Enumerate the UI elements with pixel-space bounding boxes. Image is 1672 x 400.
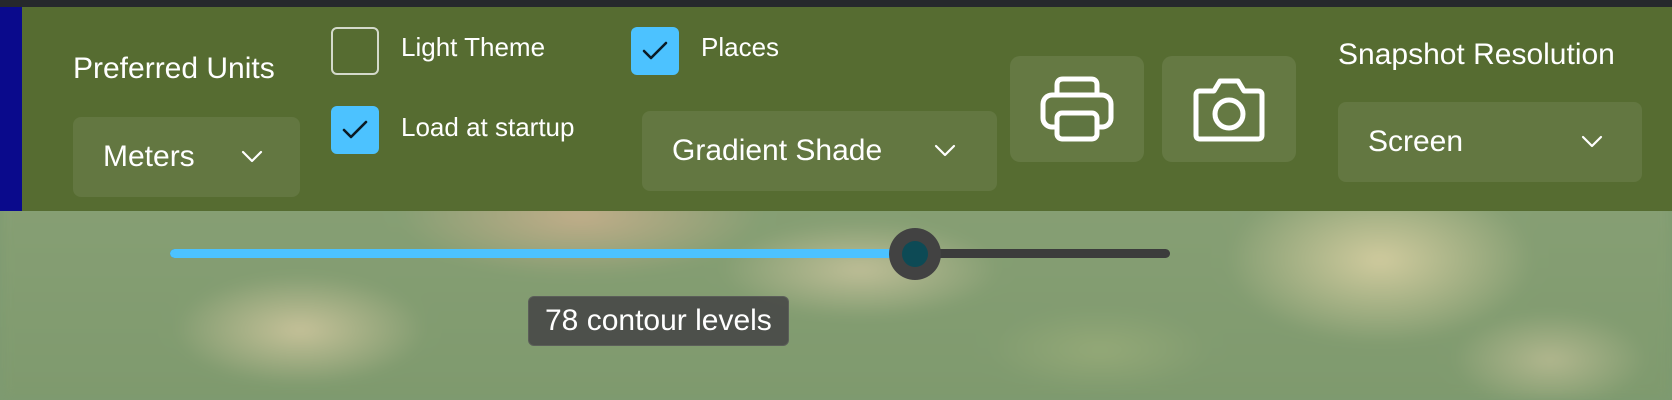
chevron-down-icon (934, 144, 956, 157)
snapshot-resolution-value: Screen (1368, 125, 1464, 158)
light-theme-checkbox[interactable] (331, 27, 379, 75)
snapshot-resolution-label: Snapshot Resolution (1338, 38, 1615, 71)
camera-icon (1193, 78, 1265, 142)
print-button[interactable] (1010, 56, 1144, 162)
contour-levels-slider[interactable] (170, 228, 1170, 280)
load-at-startup-checkbox[interactable] (331, 106, 379, 154)
slider-thumb-center (902, 241, 928, 267)
shading-value: Gradient Shade (672, 134, 883, 167)
load-at-startup-label: Load at startup (401, 112, 575, 142)
settings-toolbar: Preferred Units Meters Light Theme Load … (22, 7, 1672, 211)
snapshot-resolution-dropdown[interactable]: Screen (1338, 102, 1642, 182)
window-top-border (0, 0, 1672, 7)
checkmark-icon (342, 120, 368, 139)
snapshot-button[interactable] (1162, 56, 1296, 162)
contour-levels-tooltip: 78 contour levels (528, 296, 789, 346)
preferred-units-label: Preferred Units (73, 52, 275, 85)
checkmark-icon (642, 41, 668, 60)
printer-icon (1040, 76, 1114, 142)
preferred-units-value: Meters (103, 140, 195, 173)
slider-thumb[interactable] (889, 228, 941, 280)
shading-dropdown[interactable]: Gradient Shade (642, 111, 997, 191)
slider-fill (170, 249, 915, 258)
chevron-down-icon (241, 150, 263, 163)
places-label: Places (701, 32, 780, 62)
places-checkbox[interactable] (631, 27, 679, 75)
left-accent-strip (0, 7, 22, 211)
chevron-down-icon (1581, 135, 1603, 148)
preferred-units-dropdown[interactable]: Meters (73, 117, 300, 197)
light-theme-label: Light Theme (401, 32, 546, 62)
